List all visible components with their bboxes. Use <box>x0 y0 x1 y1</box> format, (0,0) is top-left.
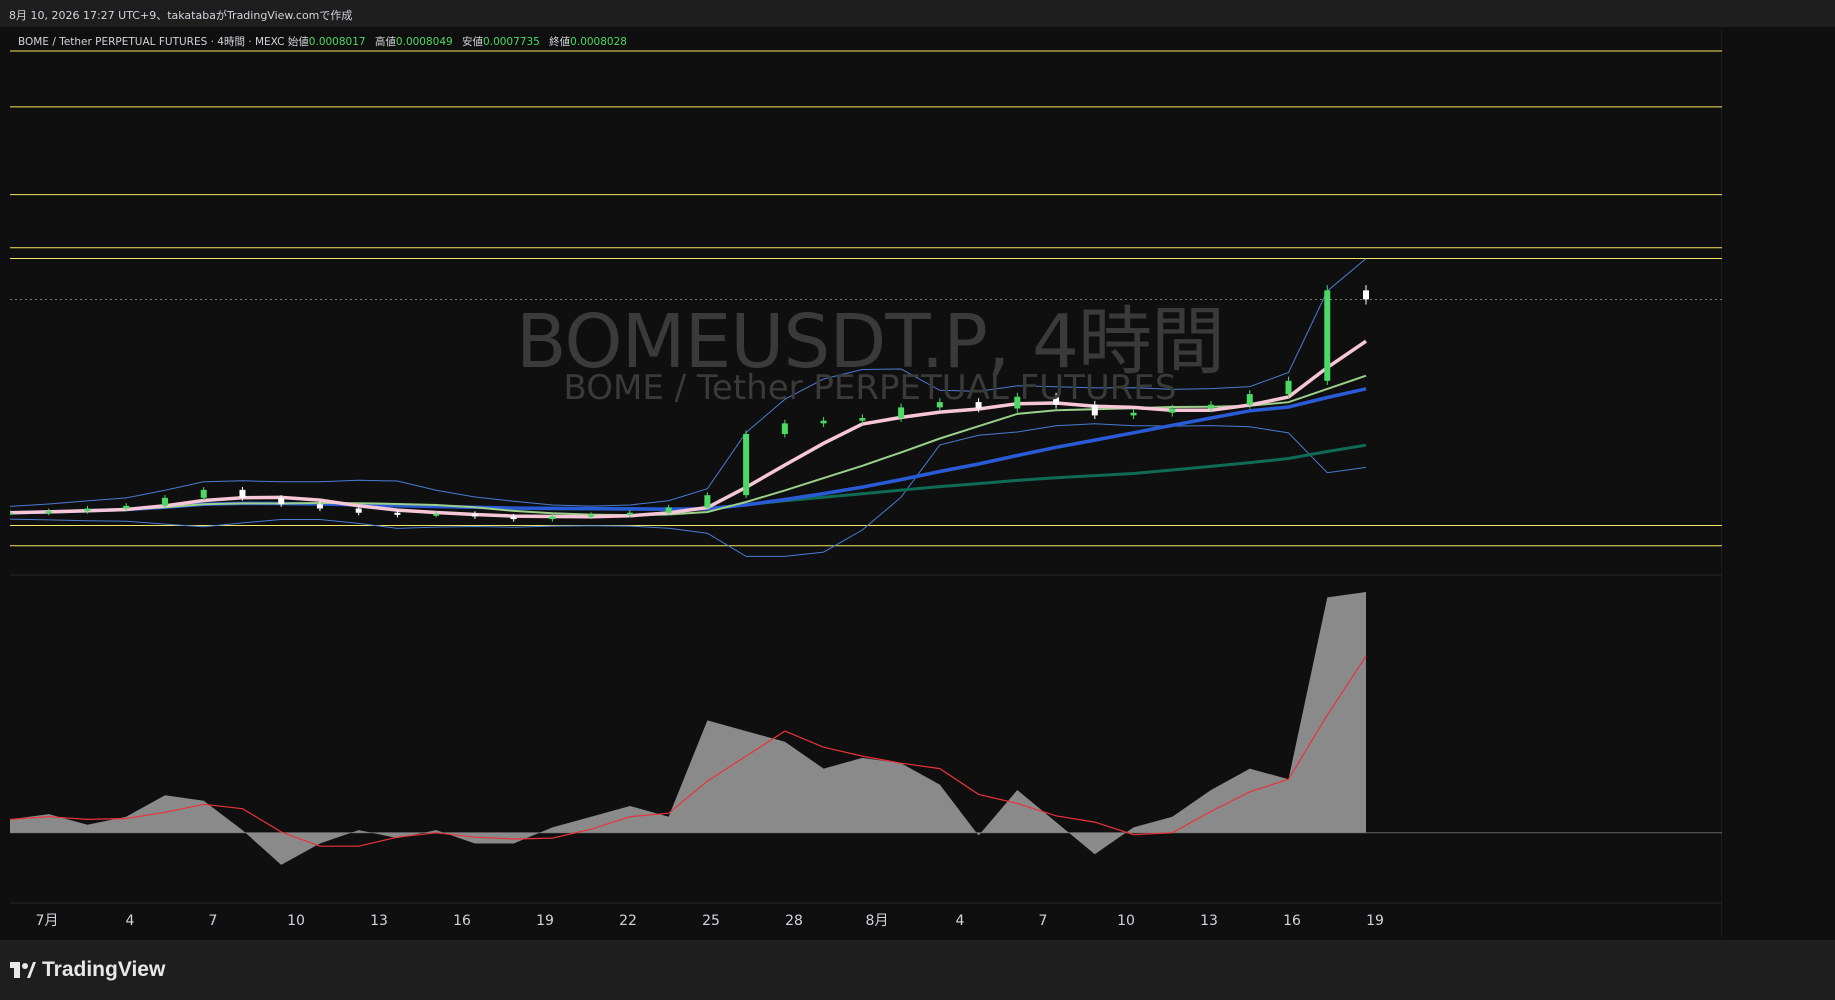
candle-body <box>394 512 401 515</box>
time-tick: 4 <box>126 913 135 929</box>
candle-body <box>781 423 788 434</box>
candle-body <box>549 516 556 520</box>
legend-symbol: BOME / Tether PERPETUAL FUTURES · 4時間 · … <box>18 36 285 48</box>
time-tick: 10 <box>287 913 305 929</box>
candle-body <box>1363 290 1369 300</box>
bollinger-lower-line <box>10 423 1367 557</box>
legend-high-value: 0.0008049 <box>395 36 453 48</box>
candle-body <box>1130 412 1137 416</box>
candle-body <box>123 505 130 509</box>
footer-bar <box>0 940 1835 1000</box>
candle-body <box>10 512 13 515</box>
candle-body <box>743 434 750 496</box>
watermark-subtitle: BOME / Tether PERPETUAL FUTURES <box>563 368 1177 408</box>
candle-body <box>820 420 827 424</box>
legend-low-value: 0.0007735 <box>483 36 540 48</box>
candle-body <box>45 511 52 514</box>
legend-low-label: 安値 <box>462 36 484 48</box>
caption-bar: 8月 10, 2026 17:27 UTC+9、takatabaがTrading… <box>0 0 1835 27</box>
time-tick: 7 <box>1039 913 1048 929</box>
brand-name: TradingView <box>42 958 166 981</box>
candle-body <box>1169 408 1176 413</box>
oscillator-area <box>10 592 1366 865</box>
candle-body <box>84 508 91 512</box>
tradingview-logo[interactable]: TradingView <box>10 958 165 982</box>
time-tick: 19 <box>1366 913 1384 929</box>
candle-body <box>200 489 207 498</box>
legend-close-value: 0.0008028 <box>570 36 627 48</box>
time-tick: 28 <box>785 913 803 929</box>
candle-body <box>433 513 440 516</box>
legend-open-label: 始値 <box>287 36 309 48</box>
candle-body <box>471 513 478 517</box>
candle-body <box>316 504 323 509</box>
legend-open-value: 0.0008017 <box>308 36 366 48</box>
candle-body <box>510 516 517 520</box>
time-axis: 7月 4 7 10 13 16 19 22 25 28 8月 4 7 10 13 16 19 <box>36 913 1384 929</box>
oscillator-pane <box>10 592 1722 865</box>
time-tick: 13 <box>1200 913 1218 929</box>
candle-body <box>704 495 711 508</box>
time-tick: 10 <box>1117 913 1135 929</box>
time-tick: 16 <box>1283 913 1301 929</box>
candle-body <box>626 512 633 515</box>
candle-body <box>239 489 246 498</box>
tradingview-logo-icon <box>10 962 36 978</box>
candle-body <box>898 407 905 419</box>
time-tick: 7 <box>209 913 218 929</box>
candle-body <box>665 507 672 513</box>
chart-area[interactable]: 0.00127000.00116500.00100000.00090000.00… <box>10 27 1722 937</box>
legend-close-label: 終値 <box>549 36 571 48</box>
time-tick: 19 <box>536 913 554 929</box>
legend-high-label: 高値 <box>374 36 396 48</box>
time-tick: 25 <box>702 913 720 929</box>
time-tick: 4 <box>956 913 965 929</box>
time-tick: 13 <box>370 913 388 929</box>
candle-body <box>1324 290 1331 381</box>
candle-body <box>278 497 285 505</box>
chart-canvas[interactable]: 0.00127000.00116500.00100000.00090000.00… <box>10 27 1722 937</box>
candle-body <box>355 508 362 513</box>
time-tick: 22 <box>619 913 637 929</box>
time-tick: 7月 <box>36 913 59 929</box>
candle-body <box>859 418 866 421</box>
candle-body <box>161 497 168 506</box>
caption-text: 8月 10, 2026 17:27 UTC+9、takatabaがTrading… <box>9 9 353 22</box>
ohlc-legend: BOME / Tether PERPETUAL FUTURES · 4時間 · … <box>18 34 633 49</box>
time-tick: 8月 <box>866 913 889 929</box>
candle-body <box>588 514 595 517</box>
time-tick: 16 <box>453 913 471 929</box>
